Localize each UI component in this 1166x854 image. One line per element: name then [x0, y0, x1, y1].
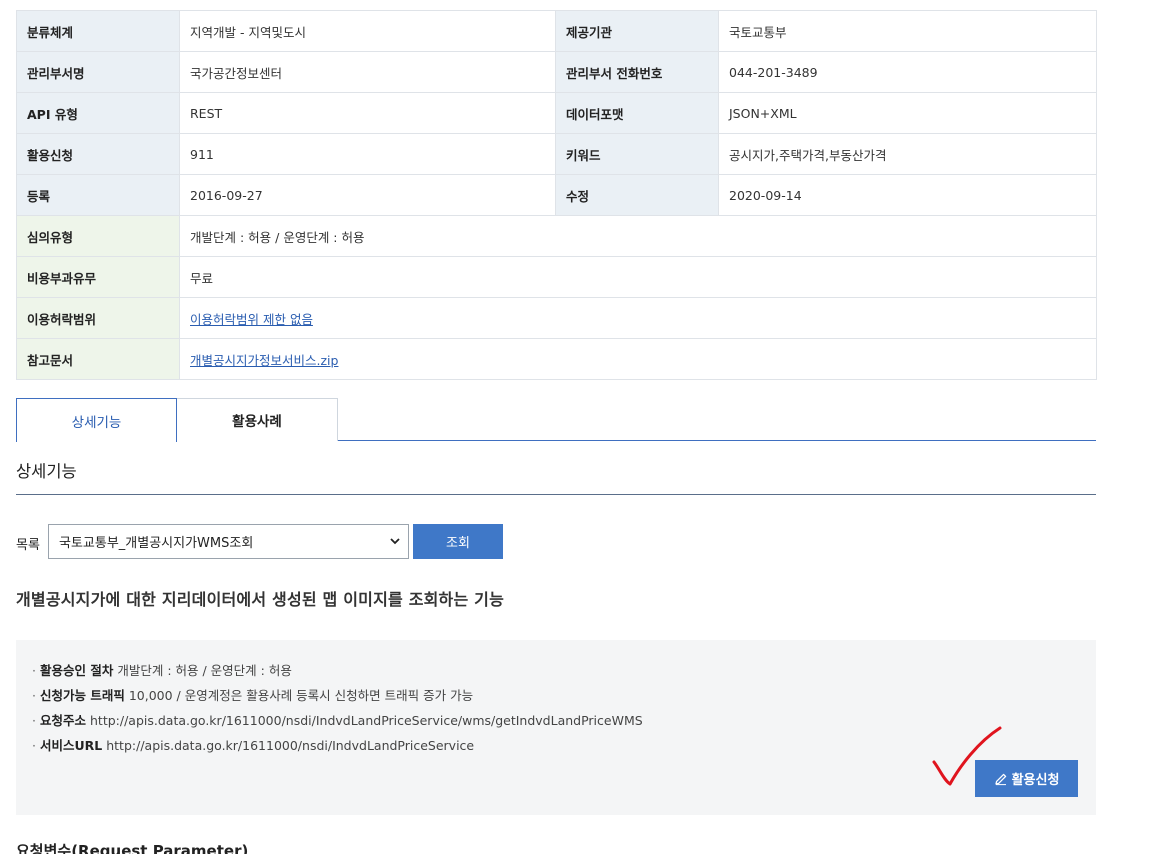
- operation-select[interactable]: 국토교통부_개별공시지가WMS조회: [48, 524, 409, 559]
- value-phone: 044-201-3489: [718, 51, 1097, 93]
- bullet: ·: [32, 688, 36, 703]
- table-row: 비용부과유무 무료: [16, 256, 1097, 298]
- list-label: 목록: [16, 538, 40, 553]
- value-department: 국가공간정보센터: [179, 51, 556, 93]
- value-keywords: 공시지가,주택가격,부동산가격: [718, 133, 1097, 175]
- label-data-format: 데이터포맷: [555, 92, 719, 134]
- label-category: 분류체계: [16, 10, 180, 52]
- search-button[interactable]: 조회: [413, 524, 503, 559]
- detail-service-url-value: http://apis.data.go.kr/1611000/nsdi/Indv…: [106, 738, 475, 753]
- value-category: 지역개발 - 지역및도시: [179, 10, 556, 52]
- detail-traffic-label: 신청가능 트래픽: [39, 688, 125, 703]
- table-row: 참고문서 개별공시지가정보서비스.zip: [16, 338, 1097, 380]
- bullet: ·: [32, 713, 36, 728]
- detail-traffic-value: 10,000 / 운영계정은 활용사례 등록시 신청하면 트래픽 증가 가능: [128, 688, 474, 703]
- label-reference-doc: 참고문서: [16, 338, 180, 380]
- value-provider: 국토교통부: [718, 10, 1097, 52]
- table-row: API 유형 REST 데이터포맷 JSON+XML: [16, 92, 1097, 134]
- apply-button-label: 활용신청: [1011, 773, 1060, 788]
- label-review-type: 심의유형: [16, 215, 180, 257]
- value-data-format: JSON+XML: [718, 92, 1097, 134]
- label-phone: 관리부서 전화번호: [555, 51, 719, 93]
- api-info-table: 분류체계 지역개발 - 지역및도시 제공기관 국토교통부 관리부서명 국가공간정…: [16, 10, 1097, 380]
- value-usage-count: 911: [179, 133, 556, 175]
- value-modified: 2020-09-14: [718, 174, 1097, 216]
- reference-doc-link[interactable]: 개별공시지가정보서비스.zip: [190, 353, 338, 368]
- table-row: 등록 2016-09-27 수정 2020-09-14: [16, 174, 1097, 216]
- reference-cell: 개별공시지가정보서비스.zip: [179, 338, 1097, 380]
- table-row: 이용허락범위 이용허락범위 제한 없음: [16, 297, 1097, 339]
- operation-select-value: 국토교통부_개별공시지가WMS조회: [59, 536, 254, 551]
- detail-procedure: · 활용승인 절차 개발단계 : 허용 / 운영단계 : 허용: [32, 660, 292, 679]
- table-row: 심의유형 개발단계 : 허용 / 운영단계 : 허용: [16, 215, 1097, 257]
- license-scope-link[interactable]: 이용허락범위 제한 없음: [190, 312, 313, 327]
- license-cell: 이용허락범위 제한 없음: [179, 297, 1097, 339]
- value-api-type: REST: [179, 92, 556, 134]
- table-row: 관리부서명 국가공간정보센터 관리부서 전화번호 044-201-3489: [16, 51, 1097, 93]
- detail-procedure-value: 개발단계 : 허용 / 운영단계 : 허용: [117, 663, 292, 678]
- label-fee: 비용부과유무: [16, 256, 180, 298]
- request-parameter-heading: 요청변수(Request Parameter): [16, 842, 249, 854]
- tab-detail-functions[interactable]: 상세기능: [16, 398, 177, 442]
- value-registered: 2016-09-27: [179, 174, 556, 216]
- table-row: 분류체계 지역개발 - 지역및도시 제공기관 국토교통부: [16, 10, 1097, 52]
- value-review-type: 개발단계 : 허용 / 운영단계 : 허용: [179, 215, 1097, 257]
- detail-endpoint: · 요청주소 http://apis.data.go.kr/1611000/nsdi…: [32, 710, 643, 729]
- bullet: ·: [32, 663, 36, 678]
- tab-use-cases[interactable]: 활용사례: [177, 398, 338, 441]
- label-usage-count: 활용신청: [16, 133, 180, 175]
- label-modified: 수정: [555, 174, 719, 216]
- operation-description: 개별공시지가에 대한 지리데이터에서 생성된 맵 이미지를 조회하는 기능: [16, 590, 504, 609]
- label-license-scope: 이용허락범위: [16, 297, 180, 339]
- label-registered: 등록: [16, 174, 180, 216]
- apply-button[interactable]: 활용신청: [975, 760, 1078, 797]
- table-row: 활용신청 911 키워드 공시지가,주택가격,부동산가격: [16, 133, 1097, 175]
- label-provider: 제공기관: [555, 10, 719, 52]
- value-fee: 무료: [179, 256, 1097, 298]
- label-api-type: API 유형: [16, 92, 180, 134]
- section-divider: [16, 494, 1096, 495]
- detail-procedure-label: 활용승인 절차: [39, 663, 114, 678]
- chevron-down-icon: [390, 538, 400, 545]
- pencil-icon: [994, 773, 1006, 785]
- section-title: 상세기능: [16, 462, 77, 481]
- detail-endpoint-label: 요청주소: [39, 713, 86, 728]
- detail-traffic: · 신청가능 트래픽 10,000 / 운영계정은 활용사례 등록시 신청하면 트래…: [32, 685, 473, 704]
- tab-bar: 상세기능 활용사례: [16, 398, 1096, 442]
- label-department: 관리부서명: [16, 51, 180, 93]
- detail-service-url: · 서비스URL http://apis.data.go.kr/1611000/ns…: [32, 735, 474, 754]
- detail-service-url-label: 서비스URL: [39, 738, 103, 753]
- bullet: ·: [32, 738, 36, 753]
- detail-endpoint-value: http://apis.data.go.kr/1611000/nsdi/Indv…: [90, 713, 643, 728]
- label-keywords: 키워드: [555, 133, 719, 175]
